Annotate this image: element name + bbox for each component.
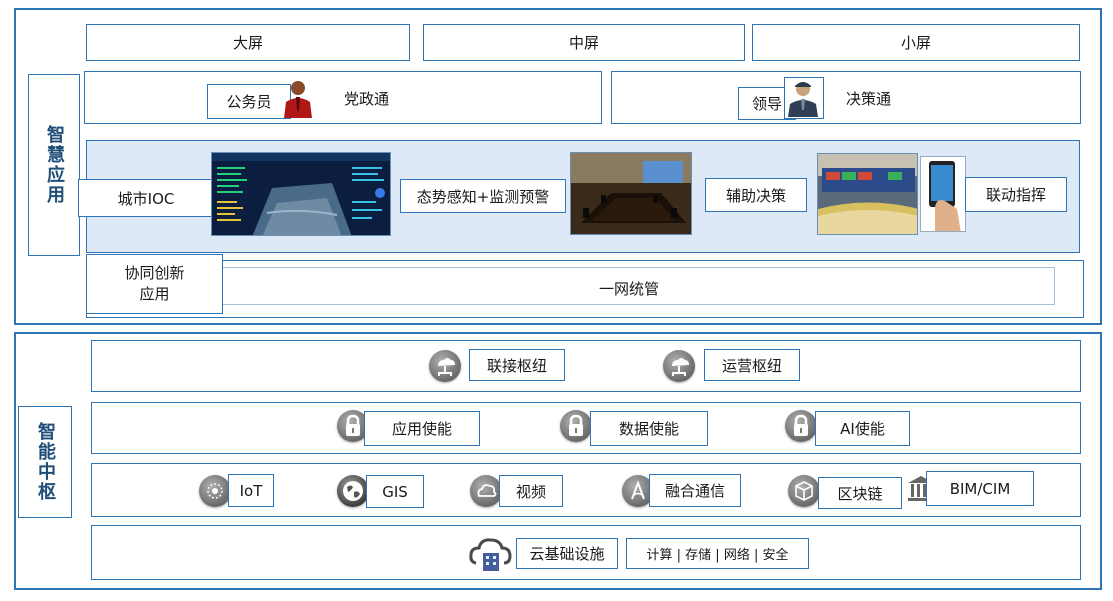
party-gov-panel [84, 71, 602, 124]
lock-icon [560, 410, 592, 442]
cloud-infra-label: 云基础设施 [516, 538, 618, 569]
smart-app-title: 智慧应用 [28, 74, 80, 256]
person-uniform-icon [784, 77, 824, 119]
person-red-tie-icon [282, 78, 314, 118]
smart-hub-title-text: 智能中枢 [35, 422, 56, 502]
situation-label: 态势感知+监测预警 [400, 179, 566, 213]
control-center-image [817, 153, 918, 235]
lock-icon [785, 410, 817, 442]
globe-icon [337, 475, 369, 507]
assist-decision-label: 辅助决策 [705, 178, 807, 212]
cloud-building-icon [468, 533, 514, 573]
unified-text: 一网统管 [599, 280, 660, 298]
gis-label: GIS [366, 475, 424, 508]
data-enable-label: 数据使能 [590, 411, 708, 446]
collab-innovation-text: 协同创新 应用 [124, 264, 185, 303]
meeting-room-image [570, 152, 692, 235]
city-ioc-label: 城市IOC [78, 179, 214, 217]
smart-hub-title: 智能中枢 [18, 406, 72, 518]
linkage-command-label: 联动指挥 [965, 177, 1067, 212]
mobile-phone-image [920, 156, 966, 232]
decision-text: 决策通 [846, 90, 892, 108]
iot-label: IoT [228, 474, 274, 507]
connect-hub-label: 联接枢纽 [469, 349, 565, 381]
collab-innovation-label: 协同创新 应用 [86, 254, 223, 314]
cloud-network-icon [429, 350, 461, 382]
blockchain-label: 区块链 [818, 477, 902, 509]
cloud-network-icon [663, 350, 695, 382]
small-screen-box: 小屏 [752, 24, 1080, 61]
medium-screen-box: 中屏 [423, 24, 745, 61]
cloud-icon [470, 475, 502, 507]
ai-enable-label: AI使能 [815, 411, 910, 446]
large-screen-box: 大屏 [86, 24, 410, 61]
civil-servant-label: 公务员 [207, 84, 291, 119]
ioc-dashboard-image [211, 152, 391, 236]
hub-row-1 [91, 340, 1081, 392]
party-gov-text: 党政通 [344, 90, 390, 108]
cube-icon [788, 475, 820, 507]
cloud-detail-label: 计算 | 存储 | 网络 | 安全 [626, 538, 809, 569]
chip-icon [199, 475, 231, 507]
video-label: 视频 [499, 475, 563, 507]
bim-cim-label: BIM/CIM [926, 471, 1034, 506]
smart-app-title-text: 智慧应用 [44, 125, 65, 205]
fusion-comm-label: 融合通信 [649, 474, 741, 507]
operate-hub-label: 运营枢纽 [704, 349, 800, 381]
app-enable-label: 应用使能 [364, 411, 480, 446]
